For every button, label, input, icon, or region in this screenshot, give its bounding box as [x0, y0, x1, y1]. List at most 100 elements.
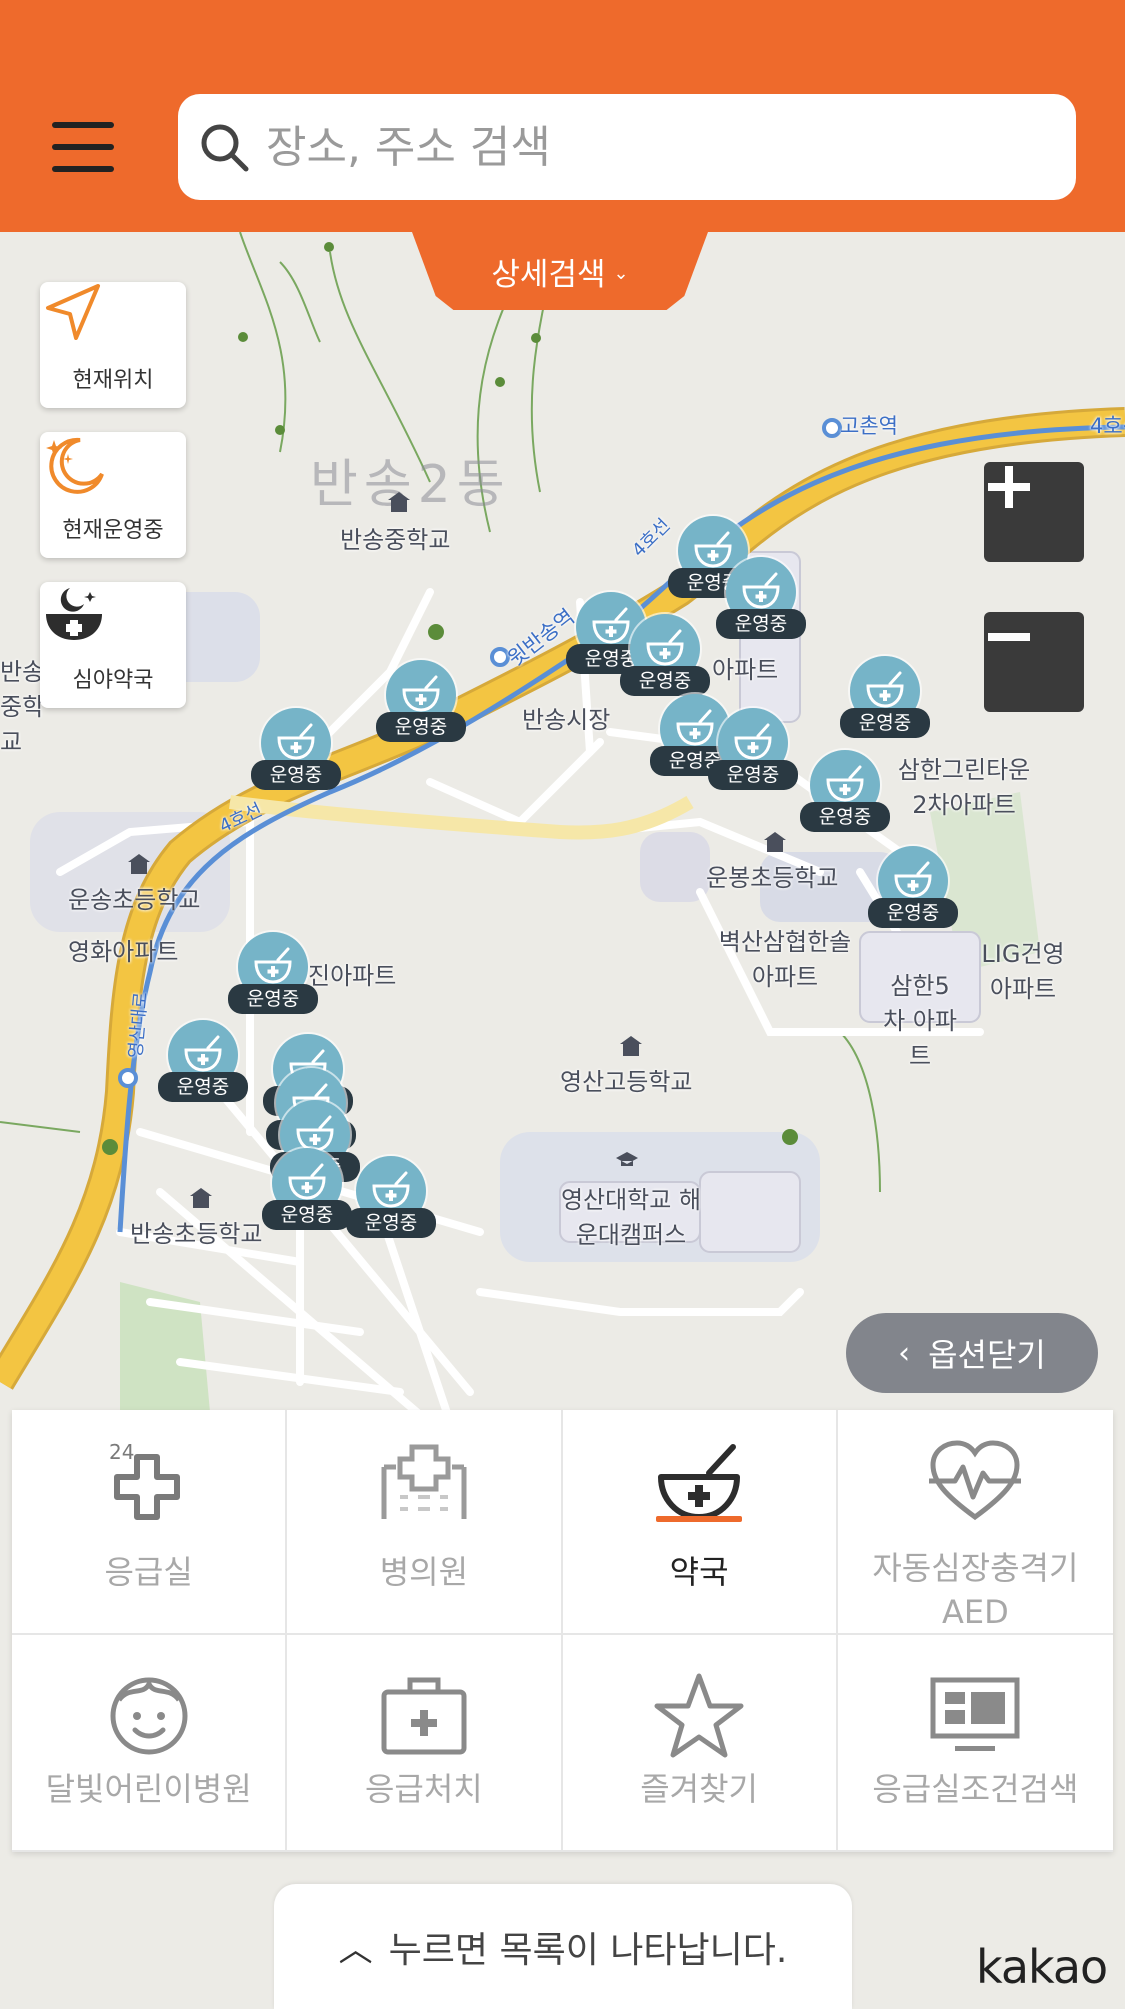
open-status-badge: 운영중: [868, 898, 958, 928]
category-label: 응급실조건검색: [872, 1770, 1079, 1808]
hamburger-menu-icon[interactable]: [52, 122, 114, 172]
school-icon: [388, 492, 410, 512]
open-status-badge: 운영중: [158, 1072, 248, 1102]
category-moonlight-children-hospital[interactable]: 달빛어린이병원: [12, 1635, 288, 1852]
detail-search-label: 상세검색: [491, 256, 606, 293]
open-status-badge: 운영중: [620, 666, 710, 696]
map-label: 고촌역: [840, 414, 898, 438]
category-label: 응급실: [104, 1553, 193, 1591]
open-status-badge: 운영중: [716, 609, 806, 639]
map-label: 영화아파트: [68, 938, 179, 966]
minus-icon: [988, 633, 1030, 641]
pharmacy-marker[interactable]: 운영중: [346, 1156, 436, 1246]
pharmacy-marker[interactable]: 운영중: [840, 656, 930, 746]
pharmacy-marker[interactable]: 운영중: [868, 846, 958, 936]
kakao-logo: kakao: [976, 1940, 1108, 1994]
emergency-24-cross-icon: 24: [109, 1440, 180, 1520]
open-status-badge: 운영중: [376, 712, 466, 742]
map-label: 운송초등학교: [68, 886, 201, 914]
category-label: 병의원: [379, 1553, 469, 1591]
open-status-badge: 운영중: [262, 1200, 352, 1230]
category-hospital[interactable]: 병의원: [287, 1410, 563, 1635]
search-icon: [201, 124, 249, 172]
open-now-button[interactable]: 현재운영중: [40, 432, 186, 558]
first-aid-kit-icon: [381, 1677, 467, 1755]
category-label: 달빛어린이병원: [45, 1770, 252, 1808]
category-emergency-room[interactable]: 24 응급실: [12, 1410, 288, 1635]
open-status-badge: 운영중: [251, 760, 341, 790]
active-indicator: [656, 1516, 743, 1522]
pharmacy-marker[interactable]: 운영중: [158, 1020, 248, 1110]
map-label: LIG건영 아파트: [981, 940, 1065, 1003]
moon-sparkle-icon: [46, 437, 104, 494]
category-label: 즐겨찾기: [640, 1770, 758, 1808]
search-input[interactable]: [266, 121, 1026, 173]
category-first-aid[interactable]: 응급처치: [287, 1635, 563, 1852]
category-favorites[interactable]: 즐겨찾기: [562, 1635, 838, 1852]
map-label: 운봉초등학교: [706, 864, 839, 892]
map-label: 삼한그린타운 2차아파트: [897, 756, 1031, 819]
school-icon: [190, 1188, 212, 1208]
map-label: 영산대학교 해운대캠퍼스: [560, 1186, 702, 1249]
map-label: 반송중학교: [340, 526, 451, 554]
detail-search-tab[interactable]: 상세검색 ⌄: [412, 232, 708, 310]
top-bar: [0, 0, 1125, 232]
pharmacy-marker[interactable]: 운영중: [376, 660, 466, 750]
map-label: 아파트: [712, 656, 779, 684]
night-pharmacy-label: 심야약국: [72, 668, 154, 693]
show-list-label: 누르면 목록이 나타납니다.: [388, 1929, 788, 1971]
map-label: 영산고등학교: [560, 1068, 693, 1096]
show-list-button[interactable]: ︿ 누르면 목록이 나타납니다.: [274, 1884, 852, 2009]
open-status-badge: 운영중: [708, 760, 798, 790]
child-face-icon: [110, 1677, 188, 1755]
chevron-down-icon: ⌄: [613, 262, 629, 284]
pharmacy-marker[interactable]: 운영중: [708, 708, 798, 798]
heart-pulse-icon: [929, 1440, 1022, 1521]
category-label: 응급처치: [364, 1770, 483, 1808]
hospital-building-icon: [381, 1444, 467, 1519]
category-label: 자동심장충격기 AED: [872, 1549, 1079, 1631]
zoom-in-button[interactable]: [984, 462, 1084, 562]
category-label: 약국: [669, 1553, 729, 1591]
open-status-badge: 운영중: [228, 984, 318, 1014]
search-bar[interactable]: [178, 94, 1076, 200]
school-icon: [620, 1036, 642, 1056]
pharmacy-bowl-icon: [658, 1444, 741, 1520]
map-label: 벽산삼협한솔 아파트: [718, 928, 852, 991]
map-label: 진아파트: [308, 962, 397, 990]
university-icon: [616, 1152, 638, 1166]
open-status-badge: 운영중: [840, 708, 930, 738]
map-label: 삼한5차 아파트: [883, 972, 957, 1070]
pharmacy-marker[interactable]: 운영중: [251, 708, 341, 798]
current-location-label: 현재위치: [72, 368, 154, 393]
category-emergency-condition-search[interactable]: 응급실조건검색: [837, 1635, 1113, 1852]
current-location-button[interactable]: 현재위치: [40, 282, 186, 408]
map-label: 반송시장: [522, 706, 611, 734]
svg-text:24: 24: [109, 1440, 134, 1464]
map-label: 반송초등학교: [130, 1220, 263, 1248]
pharmacy-marker[interactable]: 운영중: [800, 750, 890, 840]
location-arrow-icon: [46, 284, 100, 340]
monitor-dashboard-icon: [930, 1677, 1020, 1751]
school-icon: [128, 854, 150, 874]
chevron-up-icon: ︿: [338, 1930, 373, 1970]
close-options-label: 옵션닫기: [928, 1336, 1046, 1374]
open-status-badge: 운영중: [346, 1208, 436, 1238]
night-pharmacy-button[interactable]: 심야약국: [40, 582, 186, 708]
pharmacy-marker[interactable]: 운영중: [228, 932, 318, 1022]
district-label: 반송2동: [310, 455, 511, 515]
chevron-left-icon: ‹: [898, 1335, 911, 1371]
night-pharmacy-icon: [46, 588, 102, 640]
category-pharmacy[interactable]: 약국: [562, 1410, 838, 1635]
category-panel: 24 응급실 병의원 약국 자동심장충격기 AED 달빛어린이병원 응급처치 즐…: [12, 1410, 1113, 1852]
pharmacy-marker[interactable]: 운영중: [262, 1148, 352, 1238]
open-status-badge: 운영중: [800, 802, 890, 832]
open-now-label: 현재운영중: [62, 518, 164, 543]
pharmacy-marker[interactable]: 운영중: [620, 614, 710, 704]
zoom-out-button[interactable]: [984, 612, 1084, 712]
school-icon: [764, 832, 786, 852]
category-aed[interactable]: 자동심장충격기 AED: [837, 1410, 1113, 1635]
pharmacy-marker[interactable]: 운영중: [716, 557, 806, 647]
close-options-button[interactable]: ‹ 옵션닫기: [846, 1313, 1098, 1393]
plus-icon: [988, 466, 1030, 508]
